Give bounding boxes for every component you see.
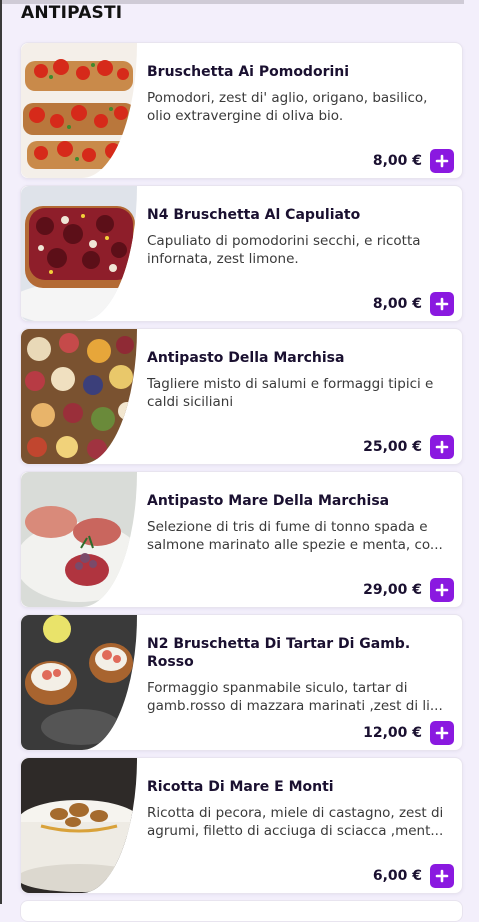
menu-item-card-partial[interactable] — [20, 900, 463, 922]
item-image — [21, 472, 137, 607]
item-name: Antipasto Della Marchisa — [147, 350, 345, 366]
item-description: Selezione di tris di fume di tonno spada… — [147, 519, 443, 553]
plus-icon — [435, 440, 449, 454]
item-price: 29,00 € — [363, 582, 422, 598]
item-image — [21, 329, 137, 464]
add-to-cart-button[interactable] — [430, 149, 454, 173]
menu-item-card[interactable]: Bruschetta Ai Pomodorini Pomodori, zest … — [20, 42, 463, 179]
item-name: Ricotta Di Mare E Monti — [147, 779, 334, 795]
plus-icon — [435, 154, 449, 168]
menu-item-card[interactable]: N2 Bruschetta Di Tartar Di Gamb. Rosso F… — [20, 614, 463, 751]
item-description: Capuliato di pomodorini secchi, e ricott… — [147, 233, 421, 267]
item-name: Antipasto Mare Della Marchisa — [147, 493, 390, 509]
item-description: Pomodori, zest di' aglio, origano, basil… — [147, 90, 428, 124]
plus-icon — [435, 297, 449, 311]
item-image — [21, 758, 137, 893]
item-price: 6,00 € — [372, 868, 422, 884]
add-to-cart-button[interactable] — [430, 578, 454, 602]
menu-item-card[interactable]: Antipasto Della Marchisa Tagliere misto … — [20, 328, 463, 465]
add-to-cart-button[interactable] — [430, 435, 454, 459]
section-title: ANTIPASTI — [21, 3, 123, 23]
plus-icon — [435, 583, 449, 597]
item-description: Tagliere misto di salumi e formaggi tipi… — [147, 376, 434, 410]
add-to-cart-button[interactable] — [430, 721, 454, 745]
item-image — [21, 615, 137, 750]
plus-icon — [435, 869, 449, 883]
menu-item-card[interactable]: Antipasto Mare Della Marchisa Selezione … — [20, 471, 463, 608]
item-description: Ricotta di pecora, miele di castagno, ze… — [147, 805, 444, 839]
add-to-cart-button[interactable] — [430, 292, 454, 316]
add-to-cart-button[interactable] — [430, 864, 454, 888]
item-price: 12,00 € — [363, 725, 422, 741]
item-price: 25,00 € — [363, 439, 422, 455]
item-name: Bruschetta Ai Pomodorini — [147, 64, 350, 80]
item-name: N2 Bruschetta Di Tartar Di Gamb. Rosso — [147, 636, 411, 670]
menu-item-card[interactable]: Ricotta Di Mare E Monti Ricotta di pecor… — [20, 757, 463, 894]
item-name: N4 Bruschetta Al Capuliato — [147, 207, 361, 223]
plus-icon — [435, 726, 449, 740]
left-border — [0, 0, 2, 904]
menu-item-card[interactable]: N4 Bruschetta Al Capuliato Capuliato di … — [20, 185, 463, 322]
item-image — [21, 186, 137, 321]
item-price: 8,00 € — [372, 296, 422, 312]
item-description: Formaggio spanmabile siculo, tartar di g… — [147, 680, 443, 714]
item-price: 8,00 € — [372, 153, 422, 169]
item-image — [21, 43, 137, 178]
